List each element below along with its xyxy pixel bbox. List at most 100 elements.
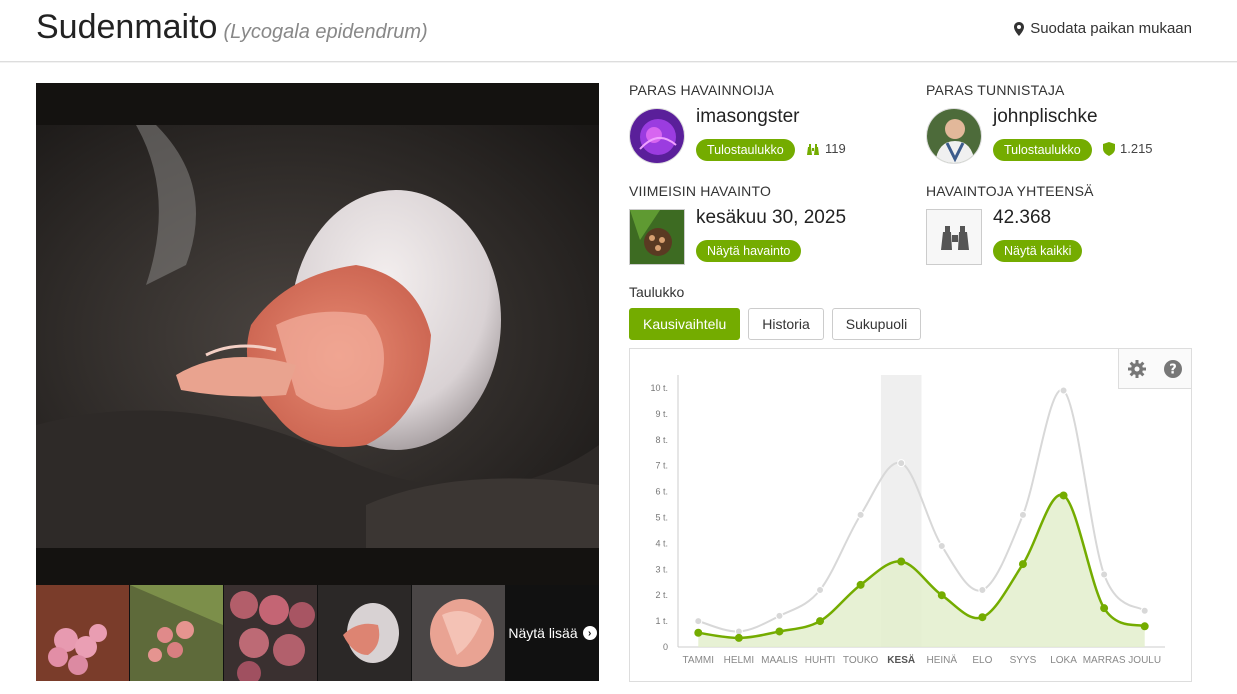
show-more-photos-link[interactable]: Näytä lisää › [506,585,599,681]
shield-icon [1103,141,1115,156]
data-point [1018,560,1027,569]
top-identifier-name[interactable]: johnplischke [993,106,1098,128]
data-point [1140,622,1149,631]
avatar[interactable] [629,108,685,164]
total-observations-label: HAVAINTOJA YHTEENSÄ [926,183,1094,199]
x-tick-label: MAALIS [761,655,798,666]
data-point [897,459,906,468]
data-point [1100,604,1109,613]
scientific-name: (Lycogala epidendrum) [223,21,428,43]
total-observations-value: 42.368 [993,207,1052,228]
tab-history[interactable]: Historia [748,308,824,340]
latest-observation-photo[interactable] [629,209,685,265]
common-name: Sudenmaito [36,8,218,46]
data-point [1018,510,1027,519]
observation-count: 119 [806,141,846,156]
x-tick-label: MARRAS [1083,655,1126,666]
total-observations-section: HAVAINTOJA YHTEENSÄ 42.368 Näytä kaikki [926,183,1094,265]
data-point [856,580,865,589]
latest-observation-date: kesäkuu 30, 2025 [696,207,847,228]
page-title: Sudenmaito (Lycogala epidendrum) [36,8,428,47]
x-tick-label: LOKA [1050,655,1077,666]
map-pin-icon [1014,21,1025,36]
avatar[interactable] [926,108,982,164]
data-point [1100,570,1109,579]
latest-observation-label: VIIMEISIN HAVAINTO [629,183,772,199]
data-point [1059,491,1068,500]
leaderboard-button[interactable]: Tulostaulukko [993,139,1092,161]
y-tick-label: 7 t. [655,461,668,471]
data-point [856,510,865,519]
main-photo[interactable] [36,125,599,548]
x-tick-label: HUHTI [805,655,836,666]
data-point [937,591,946,600]
x-tick-label: JOULU [1128,655,1161,666]
thumbnail-2[interactable] [130,585,223,681]
x-tick-label: SYYS [1010,655,1037,666]
x-tick-label: TAMMI [683,655,714,666]
view-all-button[interactable]: Näytä kaikki [993,240,1083,262]
gear-icon[interactable] [1127,359,1147,379]
binoculars-icon [926,209,982,265]
latest-observation-section: VIIMEISIN HAVAINTO kesäkuu 30, 2025 Näyt… [629,183,846,265]
binoculars-icon [807,143,819,155]
thumbnail-strip: Näytä lisää › [36,585,599,681]
y-tick-label: 0 [663,642,668,652]
arrow-right-circle-icon: › [582,626,597,640]
y-tick-label: 4 t. [655,538,668,548]
data-point [775,611,784,620]
chart-svg: 0 1 t. 2 t. 3 t. 4 t. 5 t. 6 t. 7 t. 8 t. 9 t. 10 … [650,375,1165,666]
data-point [775,627,784,636]
data-point [694,617,703,626]
thumbnail-4[interactable] [318,585,411,681]
x-tick-label: KESÄ [887,653,915,666]
y-tick-label: 10 t. [650,383,668,393]
place-filter-label: Suodata paikan mukaan [1030,20,1192,37]
thumbnail-5[interactable] [412,585,505,681]
data-point [978,613,987,622]
chart-toolbar: ? [1118,349,1191,389]
data-point [1059,386,1068,395]
svg-text:?: ? [1169,362,1177,377]
data-point [816,617,825,626]
y-tick-label: 9 t. [655,409,668,419]
data-point [734,627,743,636]
tab-sex[interactable]: Sukupuoli [831,308,922,340]
leaderboard-button[interactable]: Tulostaulukko [696,139,795,161]
x-tick-label: HELMI [724,655,755,666]
identifier-count-value: 1.215 [1120,141,1153,156]
data-point [937,541,946,550]
data-point [897,557,906,566]
y-tick-label: 3 t. [655,564,668,574]
top-observer-section: PARAS HAVAINNOIJA imasongster Tulostaulu… [629,82,846,164]
main-content: Näytä lisää › PARAS HAVAINNOIJA imasongs… [0,63,1237,694]
place-filter-link[interactable]: Suodata paikan mukaan [1014,20,1192,37]
x-tick-label: ELO [972,655,992,666]
y-tick-label: 6 t. [655,487,668,497]
chart-tabs: Kausivaihtelu Historia Sukupuoli [629,308,922,340]
thumbnail-3[interactable] [224,585,317,681]
observer-count-value: 119 [825,141,846,156]
seasonality-chart: 0 1 t. 2 t. 3 t. 4 t. 5 t. 6 t. 7 t. 8 t. 9 t. 10 … [629,348,1192,682]
thumbnail-1[interactable] [36,585,129,681]
view-observation-button[interactable]: Näytä havainto [696,240,802,262]
top-observer-name[interactable]: imasongster [696,106,800,128]
show-more-label: Näytä lisää [508,625,578,641]
data-point [978,586,987,595]
x-tick-label: HEINÄ [927,654,958,666]
chart-section-label: Taulukko [629,284,685,300]
x-tick-label: TOUKO [843,655,879,666]
y-tick-label: 5 t. [655,512,668,522]
y-tick-label: 2 t. [655,590,668,600]
data-point [816,586,825,595]
photo-panel: Näytä lisää › [36,83,599,681]
tab-seasonality[interactable]: Kausivaihtelu [629,308,741,340]
data-point [1140,606,1149,615]
help-icon[interactable]: ? [1163,359,1183,379]
data-point [694,628,703,637]
y-tick-label: 8 t. [655,435,668,445]
top-identifier-section: PARAS TUNNISTAJA johnplischke Tulostaulu… [926,82,1153,164]
top-identifier-label: PARAS TUNNISTAJA [926,82,1065,98]
identification-count: 1.215 [1103,141,1153,156]
data-point [734,633,743,642]
